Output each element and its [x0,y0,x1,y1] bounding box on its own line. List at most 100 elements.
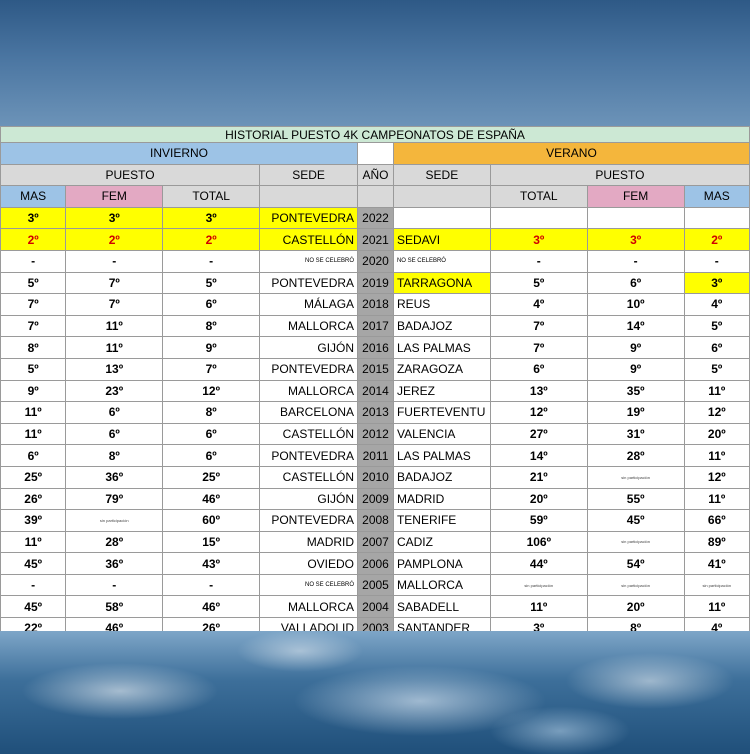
winter-mas-cell: 5º [0,271,67,295]
winter-sede-cell: NO SE CELEBRÓ [259,573,359,597]
winter-sede-cell: MALLORCA [259,595,359,619]
winter-fem-cell: 7º [65,271,164,295]
winter-mas-cell: 7º [0,293,67,316]
summer-mas-cell: 4º [683,293,750,316]
winter-sede-cell: NO SE CELEBRÓ [259,249,359,273]
year-cell: 2020 [357,249,394,273]
winter-total-cell: 8º [162,401,261,424]
summer-mas-cell: 66º [683,509,750,532]
winter-total-cell: 3º [162,206,261,230]
summer-puesto-header: PUESTO [489,163,750,187]
table-row: 5º 13º 7º PONTEVEDRA 2015 ZARAGOZA 6º 9º 5º [0,357,750,381]
summer-mas-cell: 3º [683,271,750,295]
winter-mas-cell: 11º [0,401,67,424]
winter-total-cell: 25º [162,465,261,489]
summer-total-cell: 106º [489,530,588,554]
winter-sede-cell: PONTEVEDRA [259,206,359,230]
summer-sede-cell: TENERIFE [392,509,491,532]
table-row: 5º 7º 5º PONTEVEDRA 2019 TARRAGONA 5º 6º 3º [0,271,750,295]
year-cell: 2010 [357,465,394,489]
winter-mas-header: MAS [0,185,67,208]
winter-total-cell: - [162,249,261,273]
summer-fem-cell: 31º [586,422,685,446]
column-header-row: MAS FEM TOTAL TOTAL FEM MAS [0,185,750,208]
table-row: 9º 23º 12º MALLORCA 2014 JEREZ 13º 35º 11º [0,379,750,403]
summer-mas-cell: 11º [683,379,750,403]
winter-puesto-header: PUESTO [0,163,261,187]
winter-total-cell: 5º [162,271,261,295]
results-table: HISTORIAL PUESTO 4K CAMPEONATOS DE ESPAÑ… [0,126,750,640]
winter-total-cell: 12º [162,379,261,403]
winter-total-cell: 6º [162,422,261,446]
summer-sede-cell: BADAJOZ [392,465,491,489]
results-table-container: HISTORIAL PUESTO 4K CAMPEONATOS DE ESPAÑ… [0,126,750,640]
summer-fem-cell: sin participación [586,573,685,597]
winter-fem-cell: 23º [65,379,164,403]
summer-sede-cell: MADRID [392,487,491,511]
winter-mas-cell: - [0,249,67,273]
summer-mas-cell: 2º [683,228,750,251]
winter-total-cell: 43º [162,552,261,575]
winter-mas-cell: 2º [0,228,67,251]
winter-mas-cell: 6º [0,444,67,467]
winter-mas-cell: 45º [0,595,67,619]
summer-sede-cell: LAS PALMAS [392,336,491,359]
year-header: AÑO [357,163,394,187]
summer-fem-cell: 19º [586,401,685,424]
winter-fem-cell: 36º [65,465,164,489]
summer-mas-header: MAS [683,185,750,208]
summer-mas-cell: 6º [683,336,750,359]
table-row: 26º 79º 46º GIJÓN 2009 MADRID 20º 55º 11º [0,487,750,511]
year-cell: 2021 [357,228,394,251]
summer-sede-cell: SEDAVI [392,228,491,251]
winter-sede-cell: BARCELONA [259,401,359,424]
year-cell: 2019 [357,271,394,295]
year-cell: 2015 [357,357,394,381]
summer-mas-cell [683,206,750,230]
summer-sede-cell: VALENCIA [392,422,491,446]
year-cell: 2005 [357,573,394,597]
year-cell: 2022 [357,206,394,230]
year-cell: 2006 [357,552,394,575]
year-cell: 2007 [357,530,394,554]
winter-fem-cell: 11º [65,336,164,359]
winter-mas-cell: - [0,573,67,597]
table-row: 2º 2º 2º CASTELLÓN 2021 SEDAVI 3º 3º 2º [0,228,750,251]
year-cell: 2013 [357,401,394,424]
table-row: 11º 6º 6º CASTELLÓN 2012 VALENCIA 27º 31º 20º [0,422,750,446]
sea-waves-background [0,631,750,754]
summer-total-cell: 13º [489,379,588,403]
summer-fem-cell: 55º [586,487,685,511]
winter-total-cell: 46º [162,487,261,511]
winter-fem-cell: 28º [65,530,164,554]
winter-fem-cell: 11º [65,314,164,338]
table-row: 25º 36º 25º CASTELLÓN 2010 BADAJOZ 21º sin part… [0,465,750,489]
summer-fem-cell: sin participación [586,465,685,489]
summer-sede-cell: CADIZ [392,530,491,554]
year-cell: 2011 [357,444,394,467]
summer-total-cell [489,206,588,230]
winter-mas-cell: 3º [0,206,67,230]
winter-sede-header: SEDE [259,163,359,187]
summer-mas-cell: 89º [683,530,750,554]
winter-mas-cell: 7º [0,314,67,338]
summer-mas-cell: 5º [683,314,750,338]
summer-sede-cell: FUERTEVENTU [392,401,491,424]
summer-fem-cell: 45º [586,509,685,532]
summer-sede-cell [392,206,491,230]
sky-background [0,0,750,126]
winter-fem-cell: 7º [65,293,164,316]
summer-sede-cell: REUS [392,293,491,316]
winter-sede-cell: GIJÓN [259,487,359,511]
summer-total-header: TOTAL [489,185,588,208]
winter-sede-sub [259,185,359,208]
summer-total-cell: 21º [489,465,588,489]
summer-fem-cell: sin participación [586,530,685,554]
summer-mas-cell: 11º [683,595,750,619]
season-summer: VERANO [392,142,750,165]
winter-sede-cell: PONTEVEDRA [259,509,359,532]
summer-total-cell: 11º [489,595,588,619]
winter-mas-cell: 39º [0,509,67,532]
winter-sede-cell: PONTEVEDRA [259,357,359,381]
winter-mas-cell: 25º [0,465,67,489]
